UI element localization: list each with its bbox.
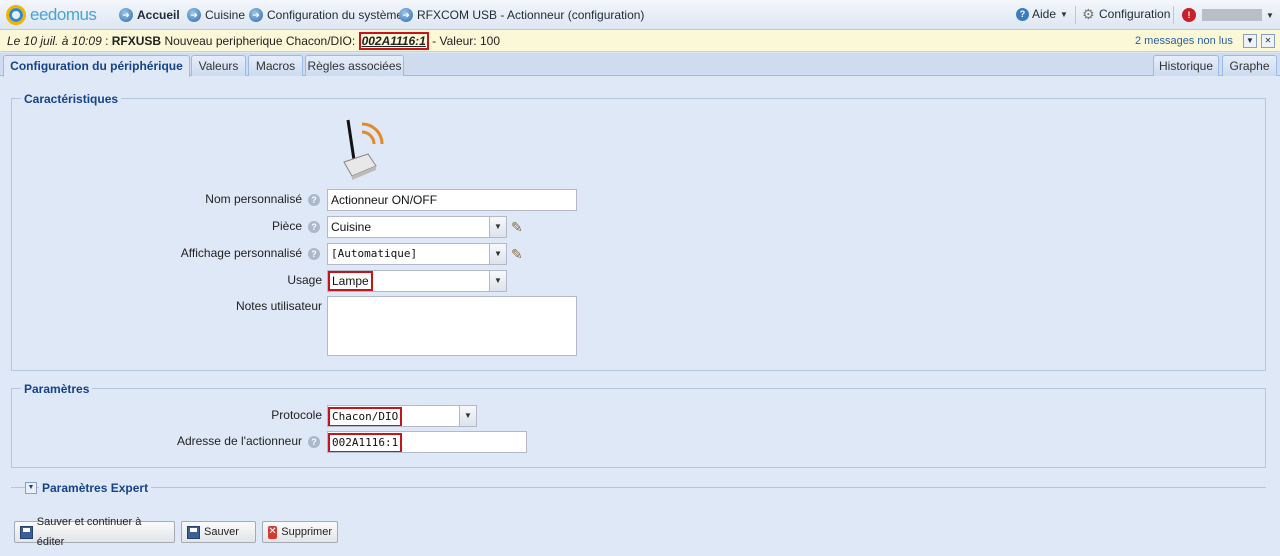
caracteristiques-legend: Caractéristiques — [21, 92, 122, 106]
parametres-fieldset — [11, 388, 1266, 468]
notification-value: - Valeur: 100 — [428, 34, 500, 48]
help-icon[interactable]: ? — [308, 194, 320, 206]
arrow-right-icon: ➜ — [249, 8, 263, 22]
user-name-redacted — [1202, 9, 1262, 21]
usage-select[interactable]: Lampe ▼ — [327, 270, 507, 292]
piece-select[interactable]: Cuisine ▼ — [327, 216, 507, 238]
tab-regles-associees[interactable]: Règles associées — [305, 55, 404, 76]
tab-historique[interactable]: Historique — [1153, 55, 1219, 76]
notification-bar: Le 10 juil. à 10:09 : RFXUSB Nouveau per… — [0, 30, 1280, 52]
notification-device-code: 002A1116:1 — [358, 32, 429, 50]
affichage-personnalise-label: Affichage personnalisé — [180, 246, 302, 260]
affichage-personnalise-value: [Automatique] — [331, 247, 418, 260]
notes-utilisateur-textarea[interactable] — [327, 296, 577, 356]
help-menu[interactable]: ? Aide ▼ — [1016, 7, 1068, 21]
help-icon[interactable]: ? — [308, 248, 320, 260]
delete-label: Supprimer — [281, 526, 332, 538]
chevron-down-icon: ▼ — [1266, 10, 1274, 20]
floppy-disk-icon — [187, 525, 200, 539]
notes-utilisateur-label: Notes utilisateur — [235, 299, 322, 313]
caracteristiques-fieldset — [11, 98, 1266, 371]
delete-button[interactable]: ✕ Supprimer — [262, 521, 338, 543]
adresse-actionneur-label: Adresse de l'actionneur — [176, 434, 302, 448]
close-notification-button[interactable]: ✕ — [1261, 34, 1275, 48]
top-navigation-bar: eedomus ➜ Accueil ➜ Cuisine ➜ Configurat… — [0, 0, 1280, 30]
help-icon: ? — [1016, 7, 1029, 21]
protocole-select[interactable]: Chacon/DIO ▼ — [327, 405, 477, 427]
expert-divider — [11, 487, 1266, 488]
nom-personnalise-label: Nom personnalisé — [205, 192, 302, 206]
save-button[interactable]: Sauver — [181, 521, 256, 543]
piece-label: Pièce — [271, 219, 302, 233]
edit-pencil-icon[interactable]: ✎ — [511, 246, 527, 262]
logo-ring-icon — [6, 5, 26, 25]
separator — [1075, 6, 1076, 24]
chevron-down-icon: ▼ — [1060, 9, 1068, 19]
floppy-disk-icon — [20, 525, 33, 539]
tab-macros[interactable]: Macros — [248, 55, 303, 76]
parametres-legend: Paramètres — [21, 382, 93, 396]
tab-valeurs[interactable]: Valeurs — [191, 55, 246, 76]
notification-source: RFXUSB — [111, 34, 162, 48]
nav-configuration-systeme[interactable]: ➜ Configuration du système — [249, 7, 403, 23]
edit-pencil-icon[interactable]: ✎ — [511, 219, 527, 235]
notification-body: Nouveau peripherique Chacon/DIO: — [161, 34, 359, 48]
nav-cuisine[interactable]: ➜ Cuisine — [187, 7, 245, 23]
usb-antenna-device-icon — [343, 119, 384, 180]
configuration-label: Configuration — [1099, 7, 1171, 21]
affichage-personnalise-select[interactable]: [Automatique] ▼ — [327, 243, 507, 265]
tab-graphe[interactable]: Graphe — [1222, 55, 1277, 76]
user-badge-icon: ! — [1182, 8, 1196, 22]
configuration-menu[interactable]: ⚙ Configuration — [1082, 7, 1170, 21]
chevron-down-icon[interactable]: ▼ — [459, 406, 476, 426]
logo-text: eedomus — [30, 5, 97, 24]
nav-configuration-systeme-label: Configuration du système — [267, 8, 404, 22]
delete-x-icon: ✕ — [268, 525, 278, 539]
user-menu[interactable]: ! ▼ — [1178, 5, 1276, 25]
save-and-continue-button[interactable]: Sauver et continuer à éditer — [14, 516, 175, 548]
tab-configuration-peripherique[interactable]: Configuration du périphérique — [3, 55, 190, 77]
help-icon[interactable]: ? — [308, 436, 320, 448]
unread-messages-link[interactable]: 2 messages non lus — [1135, 35, 1233, 47]
nav-accueil[interactable]: ➜ Accueil — [119, 7, 180, 23]
save-and-continue-label: Sauver et continuer à éditer — [36, 516, 142, 548]
adresse-actionneur-value: 002A1116:1 — [328, 433, 403, 452]
expand-notifications-button[interactable]: ▼ — [1243, 34, 1257, 48]
help-icon[interactable]: ? — [308, 221, 320, 233]
chevron-down-icon[interactable]: ▼ — [489, 244, 506, 264]
expand-expert-chevron-icon[interactable]: ▼ — [25, 482, 37, 494]
protocole-select-value: Chacon/DIO — [328, 407, 403, 426]
notification-separator: : — [101, 34, 112, 48]
help-label: Aide — [1032, 7, 1057, 21]
nav-rfxcom-actionneur[interactable]: ➜ RFXCOM USB - Actionneur (configuration… — [399, 7, 644, 23]
eedomus-logo[interactable]: eedomus — [6, 4, 97, 26]
nav-accueil-label: Accueil — [137, 8, 180, 22]
chevron-down-icon[interactable]: ▼ — [489, 217, 506, 237]
usage-label: Usage — [287, 273, 322, 287]
adresse-actionneur-input[interactable]: 002A1116:1 — [327, 431, 527, 453]
parametres-expert-legend[interactable]: Paramètres Expert — [39, 481, 152, 495]
nav-cuisine-label: Cuisine — [205, 8, 246, 22]
save-label: Sauver — [204, 526, 239, 538]
arrow-right-icon: ➜ — [187, 8, 201, 22]
gear-icon: ⚙ — [1082, 6, 1095, 22]
arrow-right-icon: ➜ — [399, 8, 413, 22]
usage-select-value: Lampe — [328, 271, 373, 291]
nav-rfxcom-actionneur-label: RFXCOM USB - Actionneur (configuration) — [417, 8, 645, 22]
protocole-label: Protocole — [271, 408, 322, 422]
piece-select-value: Cuisine — [331, 220, 372, 234]
notification-date: Le 10 juil. à 10:09 — [7, 34, 102, 48]
arrow-right-icon: ➜ — [119, 8, 133, 22]
nom-personnalise-input[interactable]: Actionneur ON/OFF — [327, 189, 577, 211]
separator — [1173, 6, 1174, 24]
tab-strip: Configuration du périphérique Valeurs Ma… — [0, 53, 1280, 77]
notification-message: Le 10 juil. à 10:09 : RFXUSB Nouveau per… — [7, 32, 500, 50]
chevron-down-icon[interactable]: ▼ — [489, 271, 506, 291]
